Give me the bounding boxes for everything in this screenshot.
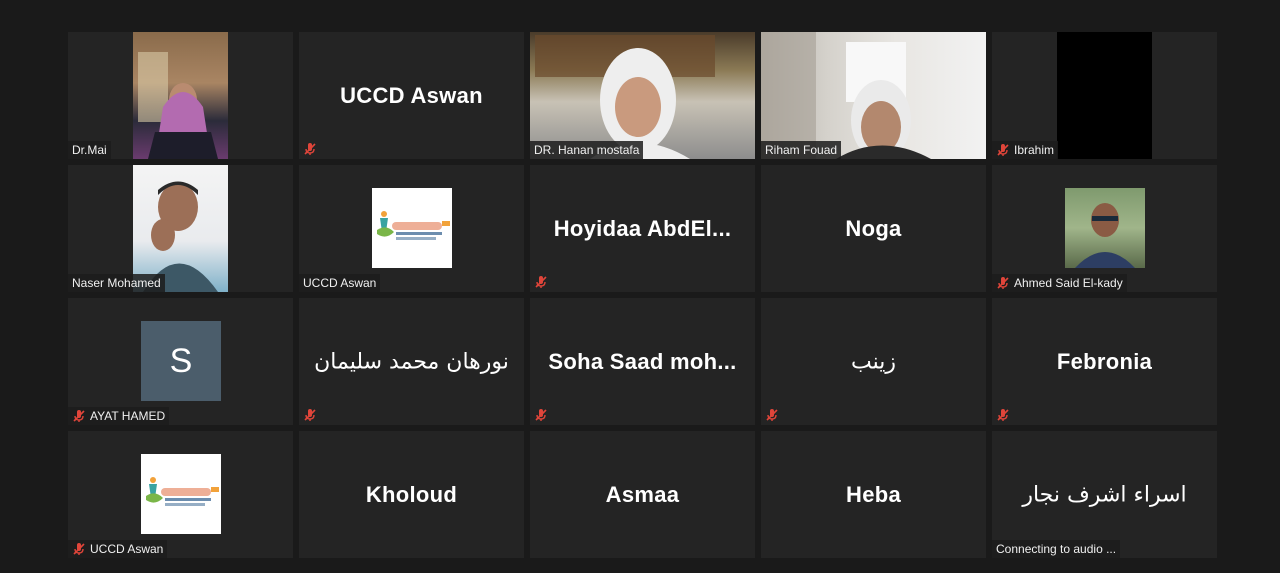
participant-name-label: Naser Mohamed [68, 274, 165, 292]
participant-tile-uccd-aswan[interactable]: UCCD Aswan [299, 32, 524, 159]
participant-tile-riham-fouad[interactable]: Riham Fouad [761, 32, 986, 159]
participant-tile-nourhan[interactable]: نورهان محمد سليمان [299, 298, 524, 425]
muted-mic-icon [996, 408, 1010, 422]
person-figure [761, 32, 931, 159]
participant-tile-kholoud[interactable]: Kholoud [299, 431, 524, 558]
participant-tile-naser-mohamed[interactable]: Naser Mohamed [68, 165, 293, 292]
participant-tile-febronia[interactable]: Febronia [992, 298, 1217, 425]
participant-display-name: Hoyidaa AbdEl... [553, 215, 732, 241]
participant-name-label: Ibrahim [992, 141, 1059, 159]
gallery-grid: Dr.Mai UCCD Aswan DR. Hanan mostafa Riha… [68, 32, 1217, 558]
participant-tile-zainab[interactable]: زينب [761, 298, 986, 425]
participant-tile-asmaa[interactable]: Asmaa [530, 431, 755, 558]
participant-video [133, 165, 228, 292]
participant-tile-esraa[interactable]: اسراء اشرف نجار Connecting to audio ... [992, 431, 1217, 558]
participant-name-label: Riham Fouad [761, 141, 842, 159]
participant-display-name: نورهان محمد سليمان [314, 349, 509, 374]
participant-tile-dr-mai[interactable]: Dr.Mai [68, 32, 293, 159]
participant-tile-heba[interactable]: Heba [761, 431, 986, 558]
avatar: S [141, 321, 221, 401]
muted-mic-icon [534, 275, 548, 289]
participant-tile-hoyidaa[interactable]: Hoyidaa AbdEl... [530, 165, 755, 292]
participant-video [530, 32, 755, 159]
participant-display-name: Soha Saad moh... [548, 348, 737, 374]
participant-tile-uccd-aswan-logo[interactable]: UCCD Aswan [299, 165, 524, 292]
connecting-audio-status: Connecting to audio ... [992, 540, 1121, 558]
muted-mic-icon [72, 542, 86, 556]
participant-name-label: AYAT HAMED [68, 407, 170, 425]
participant-display-name: UCCD Aswan [340, 82, 483, 108]
participant-video [761, 32, 986, 159]
muted-mic-icon [303, 142, 317, 156]
muted-mic-icon [996, 276, 1010, 290]
uccd-logo [141, 454, 221, 534]
participant-display-name: اسراء اشرف نجار [1022, 482, 1187, 507]
participant-tile-noga[interactable]: Noga [761, 165, 986, 292]
participant-name-label: Dr.Mai [68, 141, 111, 159]
muted-mic-icon [765, 408, 779, 422]
muted-mic-icon [996, 143, 1010, 157]
person-figure [535, 35, 715, 159]
person-figure [1075, 203, 1135, 268]
uccd-logo [372, 188, 452, 268]
participant-photo [1065, 188, 1145, 268]
participant-display-name: Noga [845, 215, 902, 241]
muted-mic-icon [72, 409, 86, 423]
participant-video [133, 32, 228, 159]
participant-tile-soha-saad[interactable]: Soha Saad moh... [530, 298, 755, 425]
participant-tile-uccd-aswan-logo-2[interactable]: UCCD Aswan [68, 431, 293, 558]
muted-mic-icon [303, 408, 317, 422]
participant-tile-ahmed-said[interactable]: Ahmed Said El-kady [992, 165, 1217, 292]
participant-tile-ibrahim[interactable]: Ibrahim [992, 32, 1217, 159]
person-figure [143, 181, 218, 292]
participant-name-label: UCCD Aswan [68, 540, 168, 558]
participant-tile-dr-hanan-mostafa[interactable]: DR. Hanan mostafa [530, 32, 755, 159]
participant-tile-ayat-hamed[interactable]: S AYAT HAMED [68, 298, 293, 425]
participant-display-name: Febronia [1056, 348, 1153, 374]
muted-mic-icon [534, 408, 548, 422]
participant-display-name: Heba [846, 481, 901, 507]
participant-name-label: UCCD Aswan [299, 274, 381, 292]
person-figure [138, 52, 218, 159]
participant-display-name: Kholoud [365, 481, 458, 507]
participant-display-name: زينب [851, 349, 896, 374]
participant-name-label: DR. Hanan mostafa [530, 141, 644, 159]
participant-name-label: Ahmed Said El-kady [992, 274, 1127, 292]
participant-video [1057, 32, 1152, 159]
participant-display-name: Asmaa [605, 481, 680, 507]
